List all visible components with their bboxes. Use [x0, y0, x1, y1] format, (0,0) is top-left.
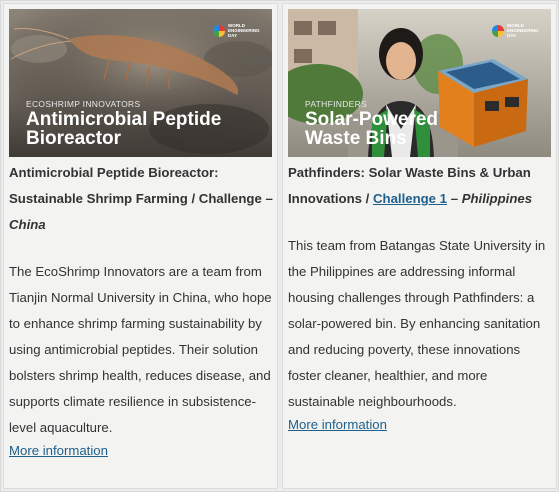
overlay-title-line2: Bioreactor: [26, 128, 122, 149]
card-title: Pathfinders: Solar Waste Bins & Urban In…: [288, 160, 554, 212]
video-thumbnail-pathfinders[interactable]: WORLD ENGINEERING DAY PATHFINDERS Solar-…: [288, 9, 551, 157]
event-logo: WORLD ENGINEERING DAY: [492, 23, 539, 38]
event-logo: WORLD ENGINEERING DAY: [213, 23, 260, 38]
project-card-pathfinders: WORLD ENGINEERING DAY PATHFINDERS Solar-…: [282, 3, 557, 489]
globe-icon: [492, 24, 504, 37]
card-title: Antimicrobial Peptide Bioreactor: Sustai…: [9, 160, 275, 238]
project-card-ecoshrimp: WORLD ENGINEERING DAY ECOSHRIMP INNOVATO…: [3, 3, 278, 489]
card-title-separator: –: [447, 191, 462, 206]
challenge-link[interactable]: Challenge 1: [373, 191, 447, 206]
event-logo-text: WORLD ENGINEERING DAY: [228, 23, 260, 38]
overlay-title-line2: Waste Bins: [305, 128, 407, 149]
more-information-link[interactable]: More information: [9, 441, 108, 461]
card-title-country: Philippines: [461, 191, 533, 206]
overlay-subtitle: ECOSHRIMP INNOVATORS: [26, 99, 141, 109]
overlay-title-line1: Antimicrobial Peptide: [26, 109, 222, 130]
card-description: This team from Batangas State University…: [288, 238, 546, 409]
card-title-country: China: [9, 217, 46, 232]
overlay-subtitle: PATHFINDERS: [305, 99, 368, 109]
event-logo-text: WORLD ENGINEERING DAY: [507, 23, 539, 38]
card-title-text: Antimicrobial Peptide Bioreactor: Sustai…: [9, 165, 273, 206]
project-grid: WORLD ENGINEERING DAY ECOSHRIMP INNOVATO…: [0, 0, 559, 492]
globe-icon: [213, 24, 225, 37]
more-information-link[interactable]: More information: [288, 415, 387, 435]
card-description: The EcoShrimp Innovators are a team from…: [9, 264, 272, 435]
video-thumbnail-ecoshrimp[interactable]: WORLD ENGINEERING DAY ECOSHRIMP INNOVATO…: [9, 9, 272, 157]
overlay-title-line1: Solar-Powered: [305, 109, 439, 130]
